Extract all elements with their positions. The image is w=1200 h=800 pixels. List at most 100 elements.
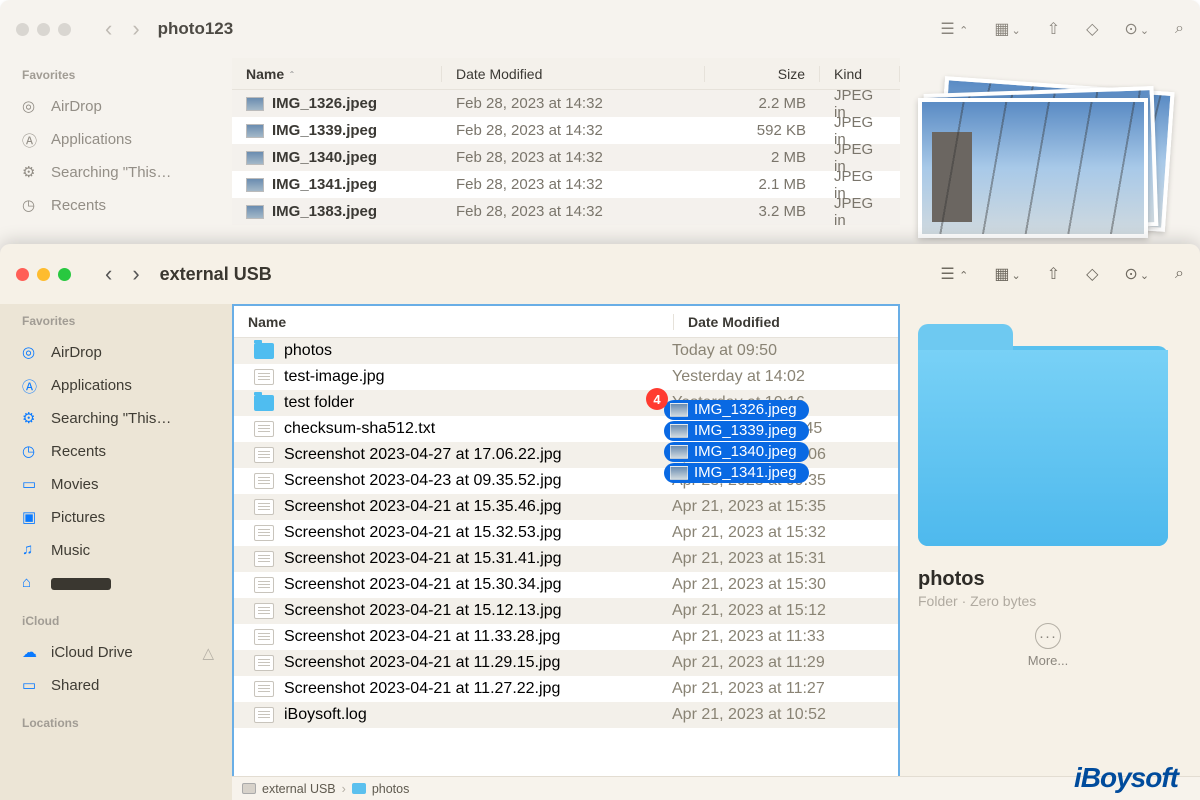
- chevron-right-icon: ›: [342, 782, 346, 796]
- traffic-lights-bot: [16, 268, 71, 281]
- file-row[interactable]: Screenshot 2023-04-21 at 11.33.28.jpgApr…: [234, 624, 898, 650]
- back-icon[interactable]: ‹: [95, 16, 122, 42]
- file-icon: [254, 577, 274, 593]
- col-date[interactable]: Date Modified: [442, 66, 705, 82]
- file-row[interactable]: Screenshot 2023-04-21 at 11.29.15.jpgApr…: [234, 650, 898, 676]
- file-row[interactable]: Screenshot 2023-04-21 at 15.30.34.jpgApr…: [234, 572, 898, 598]
- column-headers-bot: Name Date Modified: [234, 306, 898, 338]
- back-icon[interactable]: ‹: [95, 261, 122, 287]
- share-icon[interactable]: ⇧: [1047, 19, 1060, 39]
- pictures-icon: ▣: [22, 508, 41, 527]
- traffic-lights-top: [16, 23, 71, 36]
- toolbar-top: ☰ ⌃ ▦ ⇧ ◇ ⊙ ⌕: [940, 19, 1184, 39]
- sidebar-item-applications[interactable]: ⒶApplications: [22, 123, 232, 156]
- file-row[interactable]: IMG_1326.jpegFeb 28, 2023 at 14:322.2 MB…: [232, 90, 900, 117]
- col-date[interactable]: Date Modified: [674, 314, 898, 330]
- path-segment[interactable]: photos: [372, 782, 410, 796]
- sidebar-item-shared[interactable]: ▭Shared: [22, 669, 232, 702]
- preview-thumb: [918, 98, 1148, 238]
- shared-icon: ▭: [22, 676, 41, 695]
- drag-item: IMG_1326.jpeg: [664, 400, 809, 420]
- file-icon: [254, 681, 274, 697]
- file-list-bot[interactable]: Name Date Modified photosToday at 09:50t…: [232, 304, 900, 778]
- share-icon[interactable]: ⇧: [1047, 264, 1060, 284]
- airdrop-icon: ◎: [22, 343, 41, 362]
- search-icon[interactable]: ⌕: [1175, 20, 1184, 38]
- file-row[interactable]: IMG_1339.jpegFeb 28, 2023 at 14:32592 KB…: [232, 117, 900, 144]
- file-row[interactable]: Screenshot 2023-04-21 at 15.12.13.jpgApr…: [234, 598, 898, 624]
- sidebar-item-airdrop[interactable]: ◎AirDrop: [22, 336, 232, 369]
- column-headers-top: Nameˆ Date Modified Size Kind: [232, 58, 900, 90]
- gear-icon: ⚙: [22, 409, 41, 428]
- action-icon[interactable]: ⊙: [1124, 19, 1149, 39]
- file-row[interactable]: Screenshot 2023-04-21 at 15.32.53.jpgApr…: [234, 520, 898, 546]
- minimize-button[interactable]: [37, 268, 50, 281]
- sidebar-item-recents[interactable]: ◷Recents: [22, 189, 232, 222]
- sidebar-item-icloud-drive[interactable]: ☁iCloud Drive△: [22, 636, 232, 669]
- file-icon: [254, 421, 274, 437]
- preview-panel-bot: photos Folder · Zero bytes ··· More...: [918, 316, 1178, 668]
- file-row[interactable]: Screenshot 2023-04-21 at 15.31.41.jpgApr…: [234, 546, 898, 572]
- sidebar-item-home[interactable]: ⌂: [22, 567, 232, 600]
- preview-subtitle: Folder · Zero bytes: [918, 593, 1178, 609]
- file-row[interactable]: IMG_1341.jpegFeb 28, 2023 at 14:322.1 MB…: [232, 171, 900, 198]
- view-grid-icon[interactable]: ▦: [994, 264, 1020, 284]
- clock-icon: ◷: [22, 442, 41, 461]
- col-name[interactable]: Name: [234, 314, 674, 330]
- gear-icon: ⚙: [22, 163, 41, 182]
- warning-icon: △: [202, 644, 214, 662]
- close-button[interactable]: [16, 268, 29, 281]
- file-row[interactable]: IMG_1383.jpegFeb 28, 2023 at 14:323.2 MB…: [232, 198, 900, 225]
- file-row[interactable]: IMG_1340.jpegFeb 28, 2023 at 14:322 MBJP…: [232, 144, 900, 171]
- sidebar-item-searching[interactable]: ⚙Searching "This…: [22, 402, 232, 435]
- file-icon: [254, 629, 274, 645]
- search-icon[interactable]: ⌕: [1175, 265, 1184, 283]
- file-list-top: Nameˆ Date Modified Size Kind IMG_1326.j…: [232, 58, 900, 225]
- file-row[interactable]: photosToday at 09:50: [234, 338, 898, 364]
- path-segment[interactable]: external USB: [262, 782, 336, 796]
- finder-window-background: ‹ › photo123 ☰ ⌃ ▦ ⇧ ◇ ⊙ ⌕ Favorites ◎Ai…: [0, 0, 1200, 260]
- forward-icon[interactable]: ›: [122, 261, 149, 287]
- sidebar-top: Favorites ◎AirDrop ⒶApplications ⚙Search…: [0, 58, 232, 222]
- file-icon: [254, 525, 274, 541]
- movies-icon: ▭: [22, 475, 41, 494]
- file-row[interactable]: iBoysoft.logApr 21, 2023 at 10:52: [234, 702, 898, 728]
- sidebar-item-airdrop[interactable]: ◎AirDrop: [22, 90, 232, 123]
- music-icon: ♫: [22, 541, 41, 560]
- sidebar-item-recents[interactable]: ◷Recents: [22, 435, 232, 468]
- tag-icon[interactable]: ◇: [1086, 19, 1098, 39]
- zoom-dot[interactable]: [58, 23, 71, 36]
- more-button[interactable]: ··· More...: [918, 623, 1178, 668]
- sidebar-heading-favorites: Favorites: [22, 314, 232, 328]
- col-size[interactable]: Size: [705, 66, 820, 82]
- zoom-button[interactable]: [58, 268, 71, 281]
- view-list-icon[interactable]: ☰ ⌃: [940, 19, 968, 39]
- folder-icon: [254, 343, 274, 359]
- titlebar-top: ‹ › photo123 ☰ ⌃ ▦ ⇧ ◇ ⊙ ⌕: [0, 0, 1200, 58]
- file-icon: [254, 499, 274, 515]
- tag-icon[interactable]: ◇: [1086, 264, 1098, 284]
- sidebar-item-applications[interactable]: ⒶApplications: [22, 369, 232, 402]
- sidebar-item-movies[interactable]: ▭Movies: [22, 468, 232, 501]
- applications-icon: Ⓐ: [22, 376, 41, 395]
- applications-icon: Ⓐ: [22, 130, 41, 149]
- action-icon[interactable]: ⊙: [1124, 264, 1149, 284]
- sidebar-item-music[interactable]: ♫Music: [22, 534, 232, 567]
- file-row[interactable]: test-image.jpgYesterday at 14:02: [234, 364, 898, 390]
- col-name[interactable]: Nameˆ: [232, 66, 442, 82]
- folder-icon: [352, 783, 366, 794]
- view-list-icon[interactable]: ☰ ⌃: [940, 264, 968, 284]
- forward-icon[interactable]: ›: [122, 16, 149, 42]
- clock-icon: ◷: [22, 196, 41, 215]
- file-icon: [254, 603, 274, 619]
- view-grid-icon[interactable]: ▦: [994, 19, 1020, 39]
- minimize-dot[interactable]: [37, 23, 50, 36]
- file-row[interactable]: Screenshot 2023-04-21 at 11.27.22.jpgApr…: [234, 676, 898, 702]
- file-icon: [254, 551, 274, 567]
- close-dot[interactable]: [16, 23, 29, 36]
- finder-window-foreground: ‹ › external USB ☰ ⌃ ▦ ⇧ ◇ ⊙ ⌕ Favorites…: [0, 244, 1200, 800]
- file-row[interactable]: Screenshot 2023-04-21 at 15.35.46.jpgApr…: [234, 494, 898, 520]
- sidebar-item-searching[interactable]: ⚙Searching "This…: [22, 156, 232, 189]
- col-kind[interactable]: Kind: [820, 66, 900, 82]
- sidebar-item-pictures[interactable]: ▣Pictures: [22, 501, 232, 534]
